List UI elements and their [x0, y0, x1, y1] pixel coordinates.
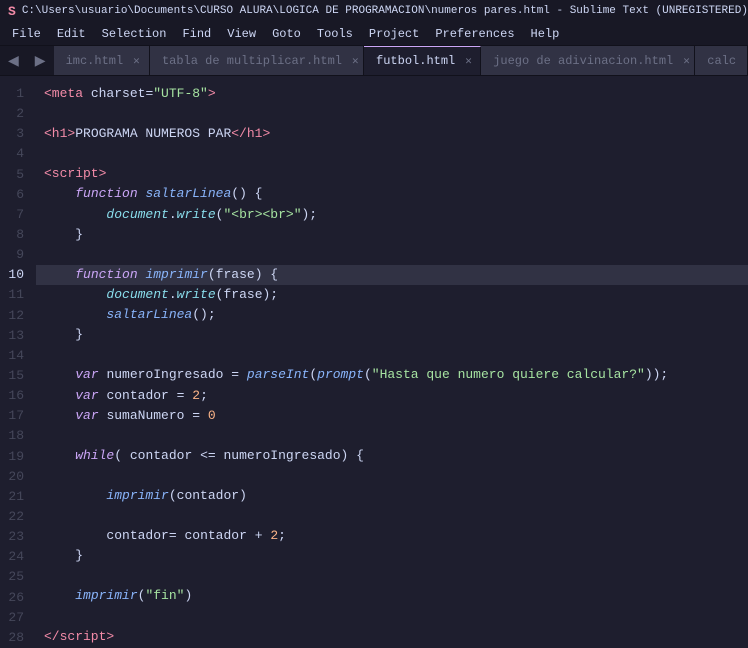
tab-imc[interactable]: imc.html ✕	[54, 46, 150, 75]
line-num: 2	[8, 104, 24, 124]
line-num: 1	[8, 84, 24, 104]
code-line-28: </script>	[36, 627, 748, 647]
line-num: 7	[8, 205, 24, 225]
line-num: 15	[8, 366, 24, 386]
line-num: 8	[8, 225, 24, 245]
menu-preferences[interactable]: Preferences	[427, 24, 522, 44]
menu-help[interactable]: Help	[523, 24, 568, 44]
tab-calc[interactable]: calc	[695, 46, 748, 75]
code-line-4	[36, 144, 748, 164]
line-num: 9	[8, 245, 24, 265]
menu-project[interactable]: Project	[361, 24, 427, 44]
tab-futbol[interactable]: futbol.html ✕	[364, 46, 481, 75]
code-line-14	[36, 345, 748, 365]
code-line-16: var contador = 2;	[36, 386, 748, 406]
line-num: 13	[8, 326, 24, 346]
code-line-20	[36, 466, 748, 486]
menu-find[interactable]: Find	[174, 24, 219, 44]
code-line-26: imprimir("fin")	[36, 586, 748, 606]
line-num: 6	[8, 185, 24, 205]
line-num: 19	[8, 447, 24, 467]
menu-selection[interactable]: Selection	[94, 24, 175, 44]
code-line-25	[36, 566, 748, 586]
code-line-23: contador= contador + 2;	[36, 526, 748, 546]
editor: 1 2 3 4 5 6 7 8 9 10 11 12 13 14 15 16 1…	[0, 76, 748, 648]
line-num: 18	[8, 426, 24, 446]
line-num: 17	[8, 406, 24, 426]
tab-adivinacion-label: juego de adivinacion.html	[493, 54, 673, 68]
line-num: 23	[8, 527, 24, 547]
line-num: 10	[8, 265, 24, 285]
tab-imc-close[interactable]: ✕	[133, 54, 140, 68]
menu-edit[interactable]: Edit	[49, 24, 94, 44]
menu-bar: File Edit Selection Find View Goto Tools…	[0, 22, 748, 46]
line-num: 5	[8, 165, 24, 185]
code-line-9	[36, 245, 748, 265]
line-num: 14	[8, 346, 24, 366]
menu-tools[interactable]: Tools	[309, 24, 361, 44]
line-num: 26	[8, 588, 24, 608]
tab-bar: ◀ ▶ imc.html ✕ tabla de multiplicar.html…	[0, 46, 748, 76]
tab-multiplicar[interactable]: tabla de multiplicar.html ✕	[150, 46, 364, 75]
code-line-3: <h1>PROGRAMA NUMEROS PAR</h1>	[36, 124, 748, 144]
menu-goto[interactable]: Goto	[264, 24, 309, 44]
code-line-7: document.write("<br><br>");	[36, 205, 748, 225]
menu-view[interactable]: View	[219, 24, 264, 44]
code-line-8: }	[36, 225, 748, 245]
tab-adivinacion[interactable]: juego de adivinacion.html ✕	[481, 46, 695, 75]
line-num: 11	[8, 285, 24, 305]
title-bar: S C:\Users\usuario\Documents\CURSO ALURA…	[0, 0, 748, 22]
menu-file[interactable]: File	[4, 24, 49, 44]
line-num: 16	[8, 386, 24, 406]
line-num: 27	[8, 608, 24, 628]
code-line-22	[36, 506, 748, 526]
line-num: 12	[8, 306, 24, 326]
code-area[interactable]: <meta charset="UTF-8"> <h1>PROGRAMA NUME…	[36, 76, 748, 648]
line-numbers: 1 2 3 4 5 6 7 8 9 10 11 12 13 14 15 16 1…	[0, 76, 36, 648]
code-line-11: document.write(frase);	[36, 285, 748, 305]
code-line-10: function imprimir(frase) {	[36, 265, 748, 285]
code-line-2	[36, 104, 748, 124]
code-line-27	[36, 607, 748, 627]
code-line-19: while( contador <= numeroIngresado) {	[36, 446, 748, 466]
code-line-5: <script>	[36, 164, 748, 184]
tab-futbol-close[interactable]: ✕	[465, 54, 472, 68]
line-num: 4	[8, 144, 24, 164]
title-text: C:\Users\usuario\Documents\CURSO ALURA\L…	[22, 5, 748, 17]
code-line-21: imprimir(contador)	[36, 486, 748, 506]
code-line-13: }	[36, 325, 748, 345]
line-num: 28	[8, 628, 24, 648]
code-line-1: <meta charset="UTF-8">	[36, 84, 748, 104]
code-line-18	[36, 426, 748, 446]
line-num: 24	[8, 547, 24, 567]
code-line-15: var numeroIngresado = parseInt(prompt("H…	[36, 365, 748, 385]
app-logo: S	[8, 4, 16, 19]
code-line-6: function saltarLinea() {	[36, 184, 748, 204]
tab-adivinacion-close[interactable]: ✕	[683, 54, 690, 68]
tab-multiplicar-label: tabla de multiplicar.html	[162, 54, 342, 68]
line-num: 22	[8, 507, 24, 527]
tab-futbol-label: futbol.html	[376, 54, 455, 68]
tab-calc-label: calc	[707, 54, 736, 68]
code-line-12: saltarLinea();	[36, 305, 748, 325]
line-num: 21	[8, 487, 24, 507]
tab-imc-label: imc.html	[66, 54, 124, 68]
nav-back-button[interactable]: ◀	[0, 46, 27, 75]
code-line-17: var sumaNumero = 0	[36, 406, 748, 426]
line-num: 20	[8, 467, 24, 487]
tab-multiplicar-close[interactable]: ✕	[352, 54, 359, 68]
line-num: 25	[8, 567, 24, 587]
code-line-24: }	[36, 546, 748, 566]
nav-forward-button[interactable]: ▶	[27, 46, 54, 75]
line-num: 3	[8, 124, 24, 144]
